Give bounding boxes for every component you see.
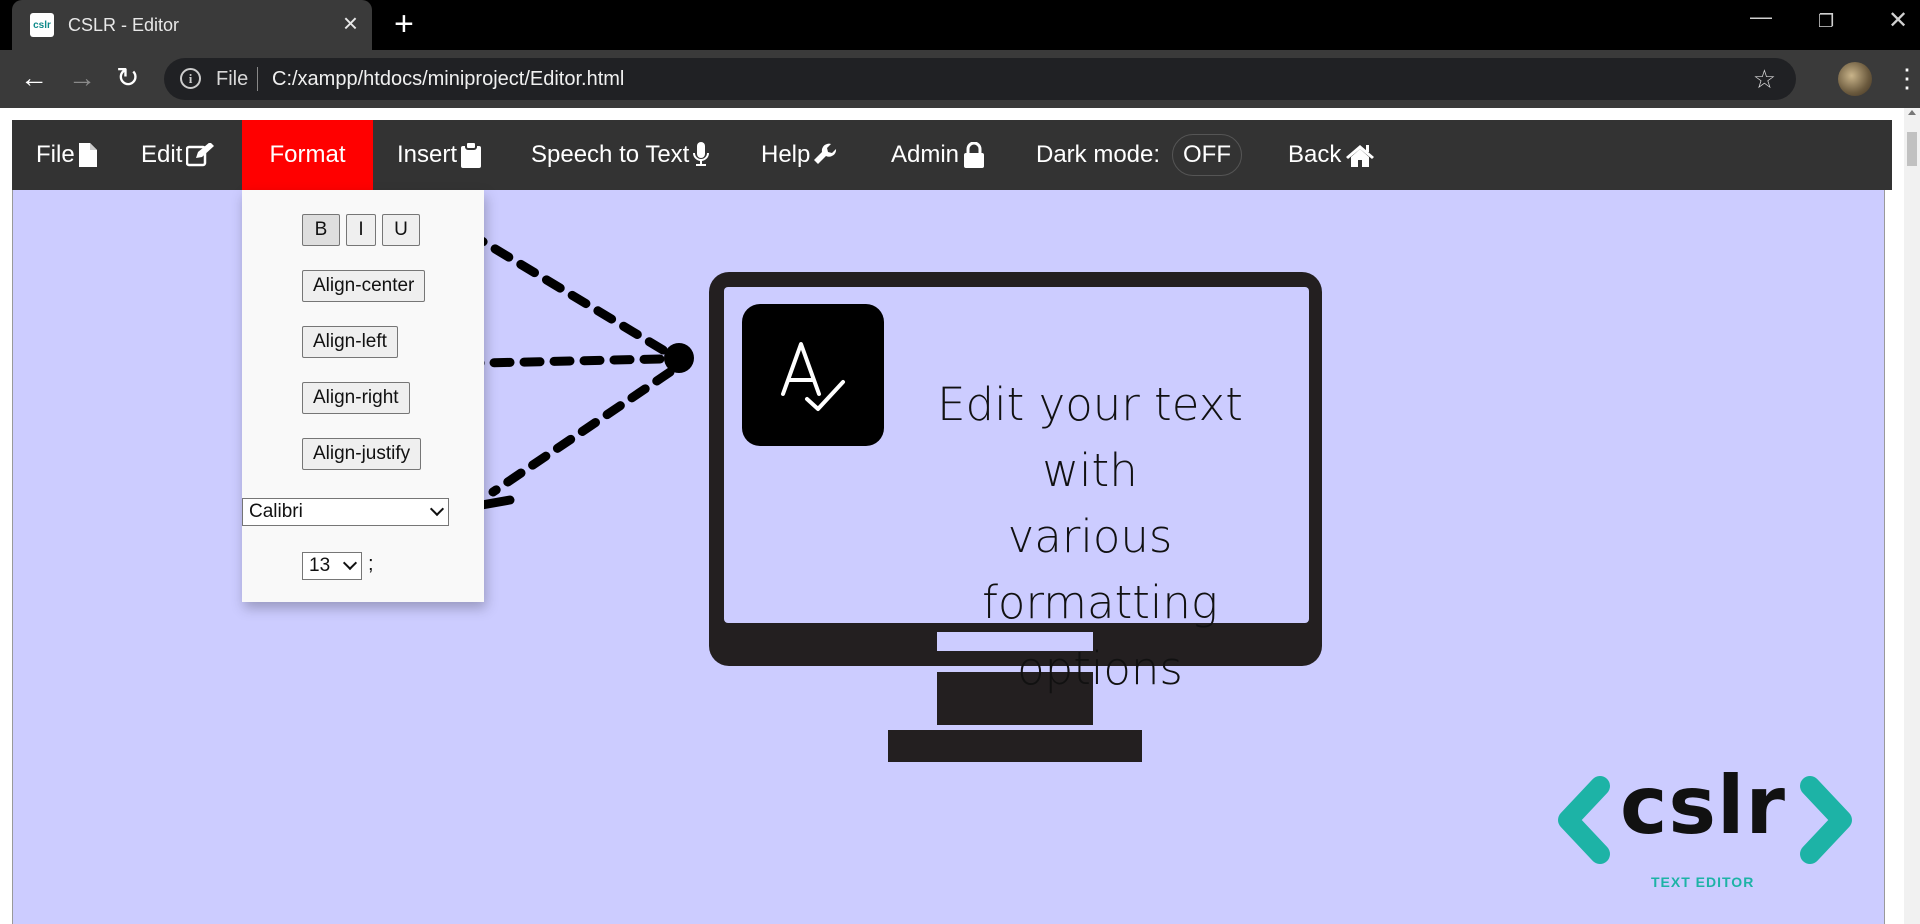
- logo-right-chevron-icon: [1800, 776, 1852, 864]
- browser-toolbar: ← → ↻ i File C:/xampp/htdocs/miniproject…: [0, 50, 1920, 108]
- logo-subtitle: TEXT EDITOR: [1651, 874, 1755, 890]
- back-arrow-icon[interactable]: ←: [20, 62, 48, 94]
- profile-avatar[interactable]: [1838, 62, 1872, 96]
- page-viewport: File Edit Format Insert Speech to Text H…: [0, 108, 1920, 924]
- align-center-button[interactable]: Align-center: [302, 270, 426, 302]
- chevron-down-icon: [342, 555, 358, 571]
- logo-left-chevron-icon: [1558, 776, 1610, 864]
- window-close-icon[interactable]: ✕: [1888, 6, 1908, 35]
- font-family-select[interactable]: Calibri: [242, 498, 449, 526]
- chevron-down-icon: [429, 501, 445, 517]
- browser-menu-icon[interactable]: ⋮: [1894, 60, 1920, 96]
- url-separator: [257, 67, 258, 91]
- align-right-button[interactable]: Align-right: [302, 382, 410, 414]
- font-size-value: 13: [309, 555, 331, 576]
- site-info-icon[interactable]: i: [180, 68, 201, 89]
- tab-title: CSLR - Editor: [68, 15, 180, 35]
- monitor-base: [888, 730, 1142, 762]
- scroll-up-icon[interactable]: [1908, 110, 1916, 115]
- arrow-to-font: [488, 367, 675, 497]
- tab-favicon-icon: cslr: [30, 13, 54, 37]
- tagline-line-1: Edit your text with: [937, 378, 1243, 497]
- reload-icon[interactable]: ↻: [116, 62, 139, 94]
- tagline-line-2: various: [1007, 510, 1173, 563]
- format-dropdown-menu: B I U Align-center Align-left Align-righ…: [242, 190, 484, 602]
- address-bar[interactable]: i File C:/xampp/htdocs/miniproject/Edito…: [164, 58, 1796, 100]
- forward-arrow-icon[interactable]: →: [68, 62, 96, 94]
- window-minimize-icon[interactable]: —: [1750, 4, 1772, 30]
- font-size-select[interactable]: 13: [302, 552, 362, 580]
- new-tab-icon[interactable]: +: [394, 6, 414, 42]
- window-restore-icon[interactable]: ❐: [1818, 11, 1834, 32]
- logo-wordmark: cslr: [1620, 759, 1786, 852]
- align-left-button[interactable]: Align-left: [302, 326, 398, 358]
- browser-tab-strip: cslr CSLR - Editor × + — ❐ ✕: [0, 0, 1920, 50]
- arrow-to-bold: [462, 227, 668, 355]
- tagline-line-3: formatting options: [982, 576, 1218, 695]
- underline-button[interactable]: U: [382, 214, 420, 246]
- bookmark-star-icon[interactable]: ☆: [1753, 64, 1776, 95]
- page-scrollbar[interactable]: [1904, 108, 1920, 924]
- align-justify-button[interactable]: Align-justify: [302, 438, 422, 470]
- tab-close-icon[interactable]: ×: [343, 10, 358, 36]
- url-text[interactable]: C:/xampp/htdocs/miniproject/Editor.html: [272, 68, 624, 91]
- font-size-suffix: ;: [368, 553, 374, 575]
- italic-button[interactable]: I: [346, 214, 376, 246]
- bold-button[interactable]: B: [302, 214, 340, 246]
- illustration-tagline: Edit your text with various formatting o…: [890, 372, 1290, 702]
- url-scheme: File: [216, 68, 249, 90]
- browser-tab[interactable]: cslr CSLR - Editor ×: [12, 0, 372, 50]
- scroll-thumb[interactable]: [1907, 132, 1917, 166]
- font-family-value: Calibri: [249, 501, 303, 522]
